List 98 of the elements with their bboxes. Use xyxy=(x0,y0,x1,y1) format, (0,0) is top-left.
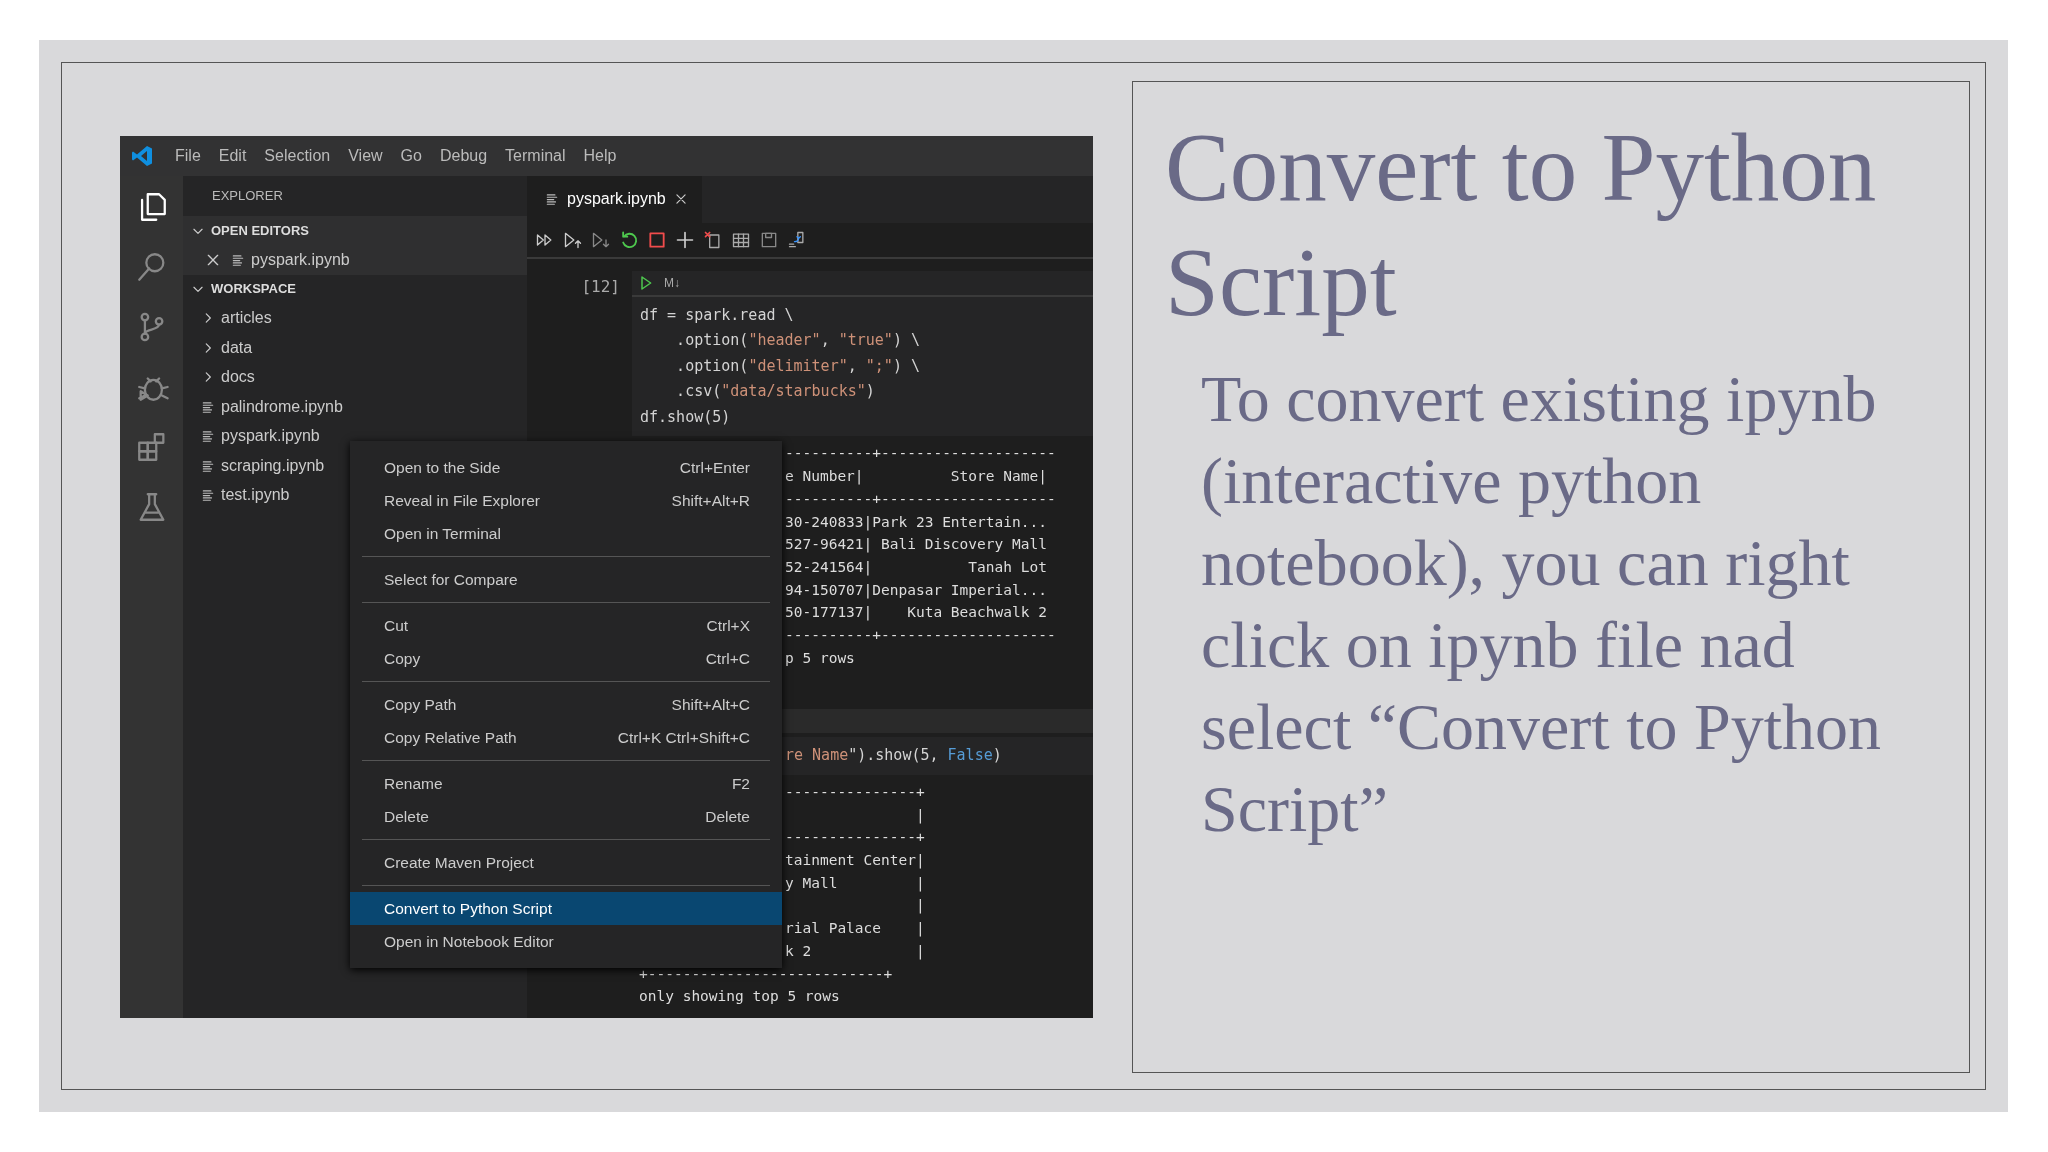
file-name[interactable]: palindrome.ipynb xyxy=(221,394,343,419)
file-lines-icon xyxy=(201,488,215,503)
menu-item[interactable]: Reveal in File Explorer Shift+Alt+R xyxy=(350,484,782,517)
menu-item-label: Copy xyxy=(384,648,421,669)
file-lines-icon xyxy=(201,429,215,444)
cell-type-label[interactable]: M↓ xyxy=(664,273,680,292)
menu-item-label: Open to the Side xyxy=(384,457,501,478)
slide-body-text: To convert existing ipynb (interactive python notebook), you can right click on ipynb file nad select “Convert to Python Script” xyxy=(1201,361,1883,847)
file-lines-icon xyxy=(231,252,245,267)
file-name[interactable]: pyspark.ipynb xyxy=(221,424,320,449)
output-line: 94-150707|Denpasar Imperial... xyxy=(785,581,1047,598)
output-line: | xyxy=(914,897,925,914)
menu-item[interactable]: Open in Terminal xyxy=(350,517,782,550)
code-line: .csv("data/starbucks") xyxy=(675,381,876,403)
menu-item[interactable]: Go xyxy=(391,144,431,168)
stop-icon[interactable] xyxy=(647,229,667,250)
output-line: 50-177137| Kuta Beachwalk 2 xyxy=(785,604,1047,621)
shortcut-label: Shift+Alt+R xyxy=(671,490,750,511)
code-line: .option("delimiter", ";") \ xyxy=(675,355,921,377)
menu-item-label: Cut xyxy=(384,615,409,636)
menu-item[interactable]: Copy Path Shift+Alt+C xyxy=(350,688,782,721)
output-line: ---------------+ xyxy=(785,829,925,846)
output-line: 52-241564| Tanah Lot xyxy=(785,558,1047,575)
shortcut-label: Ctrl+C xyxy=(705,648,750,669)
menu-item[interactable]: Copy Ctrl+C xyxy=(350,642,782,675)
sidebar-title: EXPLORER xyxy=(211,187,284,206)
menu-item[interactable]: Open to the Side Ctrl+Enter xyxy=(350,451,782,484)
shortcut-label: Shift+Alt+C xyxy=(671,694,750,715)
menu-item[interactable]: Select for Compare xyxy=(350,563,782,596)
file-lines-icon xyxy=(545,192,559,207)
menu-item[interactable]: Convert to Python Script xyxy=(350,892,782,925)
file-name[interactable]: articles xyxy=(221,306,272,331)
file-name[interactable]: test.ipynb xyxy=(221,483,290,508)
delete-cell-icon[interactable] xyxy=(703,229,723,250)
menu-item[interactable]: Open in Notebook Editor xyxy=(350,925,782,958)
output-line: k 2 | xyxy=(785,942,925,959)
restart-icon[interactable] xyxy=(619,229,639,250)
file-name[interactable]: scraping.ipynb xyxy=(221,453,325,478)
menu-item[interactable]: Help xyxy=(574,144,626,168)
shortcut-label: Ctrl+Enter xyxy=(679,457,750,478)
slide-title: Convert to Python Script xyxy=(1165,113,1878,338)
output-line: p 5 rows xyxy=(785,649,855,666)
output-line: +---------------------------+ xyxy=(639,965,893,982)
menu-item[interactable]: Edit xyxy=(209,144,256,168)
menu-item-label: Open in Notebook Editor xyxy=(384,931,554,952)
menu-item-label: Convert to Python Script xyxy=(384,898,552,919)
menu-item-label: Create Maven Project xyxy=(384,852,534,873)
menu-item[interactable]: Terminal xyxy=(496,144,575,168)
menu-item-label: Rename xyxy=(384,773,443,794)
code-line: df.show(5) xyxy=(640,406,732,428)
menu-item-label: Copy Path xyxy=(384,694,457,715)
file-lines-icon xyxy=(201,458,215,473)
output-line: ----------+-------------------- xyxy=(785,445,1056,462)
execution-count: [12] xyxy=(581,276,620,296)
output-line: ----------+-------------------- xyxy=(785,490,1056,507)
menu-item-label: Delete xyxy=(384,806,429,827)
code-line: .option("header", "true") \ xyxy=(675,330,921,352)
menu-item-label: Select for Compare xyxy=(384,569,518,590)
output-line: ---------------+ xyxy=(785,783,925,800)
menu-item[interactable]: Create Maven Project xyxy=(350,846,782,879)
menu-item[interactable]: Debug xyxy=(430,144,497,168)
output-line: 30-240833|Park 23 Entertain... xyxy=(785,513,1047,530)
shortcut-label: F2 xyxy=(731,773,750,794)
plus-icon[interactable] xyxy=(675,229,695,250)
section-title: OPEN EDITORS xyxy=(211,221,309,240)
run-cell-icon[interactable] xyxy=(638,274,654,291)
output-line: tainment Center| xyxy=(785,852,925,869)
output-line: e Number| Store Name| xyxy=(785,468,1047,485)
section-header[interactable]: WORKSPACE xyxy=(183,274,527,304)
menu-item[interactable]: Cut Ctrl+X xyxy=(350,609,782,642)
code-line: re Name").show(5, False) xyxy=(785,745,1003,767)
section-header[interactable]: OPEN EDITORS xyxy=(183,216,527,245)
menu-item[interactable]: Delete Delete xyxy=(350,800,782,833)
output-line: 527-96421| Bali Discovery Mall xyxy=(785,536,1047,553)
close-icon[interactable] xyxy=(673,192,688,207)
menu-item-label: Copy Relative Path xyxy=(384,727,517,748)
menu-item-label: Reveal in File Explorer xyxy=(384,490,540,511)
output-line: y Mall | xyxy=(785,874,925,891)
menu-item-label: Open in Terminal xyxy=(384,523,501,544)
shortcut-label: Delete xyxy=(705,806,750,827)
file-name[interactable]: pyspark.ipynb xyxy=(251,247,350,272)
code-line: df = spark.read \ xyxy=(640,304,795,326)
section-title: WORKSPACE xyxy=(211,280,296,299)
menu-item[interactable]: View xyxy=(339,144,392,168)
file-name[interactable]: docs xyxy=(221,365,255,390)
export-icon[interactable] xyxy=(787,229,807,250)
output-line: | xyxy=(914,806,925,823)
output-line: only showing top 5 rows xyxy=(639,988,840,1005)
app-logo-icon xyxy=(130,144,154,168)
menu-item[interactable]: File xyxy=(166,144,210,168)
shortcut-label: Ctrl+X xyxy=(706,615,750,636)
menu-item[interactable]: Selection xyxy=(255,144,340,168)
output-line: rial Palace | xyxy=(785,920,925,937)
code-block[interactable]: df = spark.read \ .option("header", "true") \ .option("delimiter", ";") \ .csv("data/starbucks") df.show(5) xyxy=(632,296,1093,437)
file-name[interactable]: data xyxy=(221,335,253,360)
editor-tab[interactable]: pyspark.ipynb xyxy=(527,176,702,223)
output-line: ----------+-------------------- xyxy=(785,627,1056,644)
file-lines-icon xyxy=(201,399,215,414)
